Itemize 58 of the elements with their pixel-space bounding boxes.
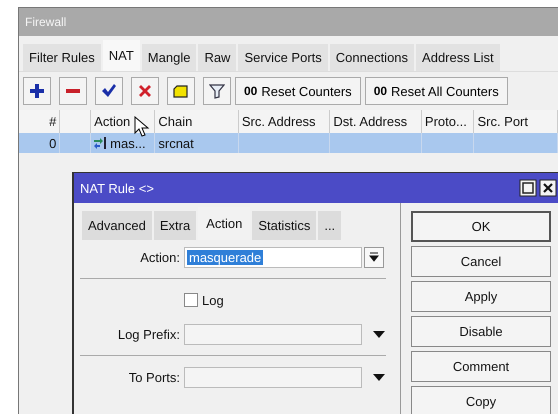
column-header[interactable]: Src. Port (474, 110, 558, 133)
column-header[interactable]: Action (90, 110, 155, 133)
dialog-title: NAT Rule <> (80, 180, 154, 196)
cursor-icon (134, 116, 150, 138)
table-cell: mas... (110, 136, 146, 150)
filter-icon (209, 83, 225, 99)
dialog-button[interactable]: Copy (411, 386, 551, 414)
dropdown-arrow-icon[interactable] (372, 329, 386, 339)
reset-button[interactable]: 00 Reset Counters (235, 77, 361, 105)
minus-button[interactable] (59, 77, 87, 105)
tab[interactable]: Service Ports (238, 44, 328, 71)
input-field[interactable] (184, 366, 362, 388)
reset-button[interactable]: 00 Reset All Counters (364, 77, 508, 105)
column-header[interactable]: Chain (154, 110, 238, 133)
close-icon[interactable] (539, 179, 557, 197)
tab[interactable]: Statistics (252, 211, 316, 240)
dialog-button[interactable]: Comment (411, 351, 551, 382)
tab[interactable]: Connections (330, 44, 414, 71)
dialog-button[interactable]: OK (411, 211, 551, 242)
tab[interactable]: Address List (416, 44, 500, 71)
dialog-button[interactable]: Apply (411, 281, 551, 312)
field-label: Log Prefix: (116, 326, 181, 342)
dialog-button[interactable]: Cancel (411, 246, 551, 277)
dialog-button[interactable]: Disable (411, 316, 551, 347)
checkmark-icon (101, 83, 117, 99)
select-field[interactable]: masquerade (184, 246, 362, 268)
column-header[interactable]: Proto... (421, 110, 474, 133)
maximize-icon[interactable] (519, 179, 537, 197)
note-icon (173, 83, 189, 99)
dropdown-button[interactable] (364, 246, 384, 268)
plus-icon (29, 83, 45, 99)
plus-button[interactable] (23, 77, 51, 105)
tab[interactable]: Advanced (82, 211, 152, 240)
note-button[interactable] (167, 77, 195, 105)
checkbox[interactable] (184, 293, 198, 307)
tab[interactable]: ... (318, 211, 342, 240)
checkbox-label: Log (202, 292, 224, 308)
tab[interactable]: NAT (102, 40, 140, 71)
tab[interactable]: Filter Rules (23, 44, 101, 71)
dropdown-arrow-icon (369, 252, 379, 262)
arrows-icon (94, 137, 106, 149)
field-label: To Ports: (128, 370, 181, 384)
window-title: Firewall (25, 15, 66, 29)
cross-button[interactable] (131, 77, 159, 105)
table-cell: 0 (19, 133, 60, 153)
filter-button[interactable] (203, 77, 231, 105)
tab[interactable]: Raw (198, 44, 236, 71)
input-field[interactable] (184, 324, 362, 344)
field-label: Action: (139, 250, 181, 264)
column-header[interactable]: Src. Address (238, 110, 330, 133)
cross-icon (137, 83, 153, 99)
tab[interactable]: Mangle (142, 44, 196, 71)
table-cell: srcnat (154, 133, 238, 153)
tab[interactable]: Extra (154, 211, 196, 240)
column-header[interactable]: # (19, 110, 60, 133)
dropdown-arrow-icon[interactable] (372, 372, 386, 382)
checkmark-button[interactable] (95, 77, 123, 105)
column-header[interactable]: Dst. Address (330, 110, 422, 133)
